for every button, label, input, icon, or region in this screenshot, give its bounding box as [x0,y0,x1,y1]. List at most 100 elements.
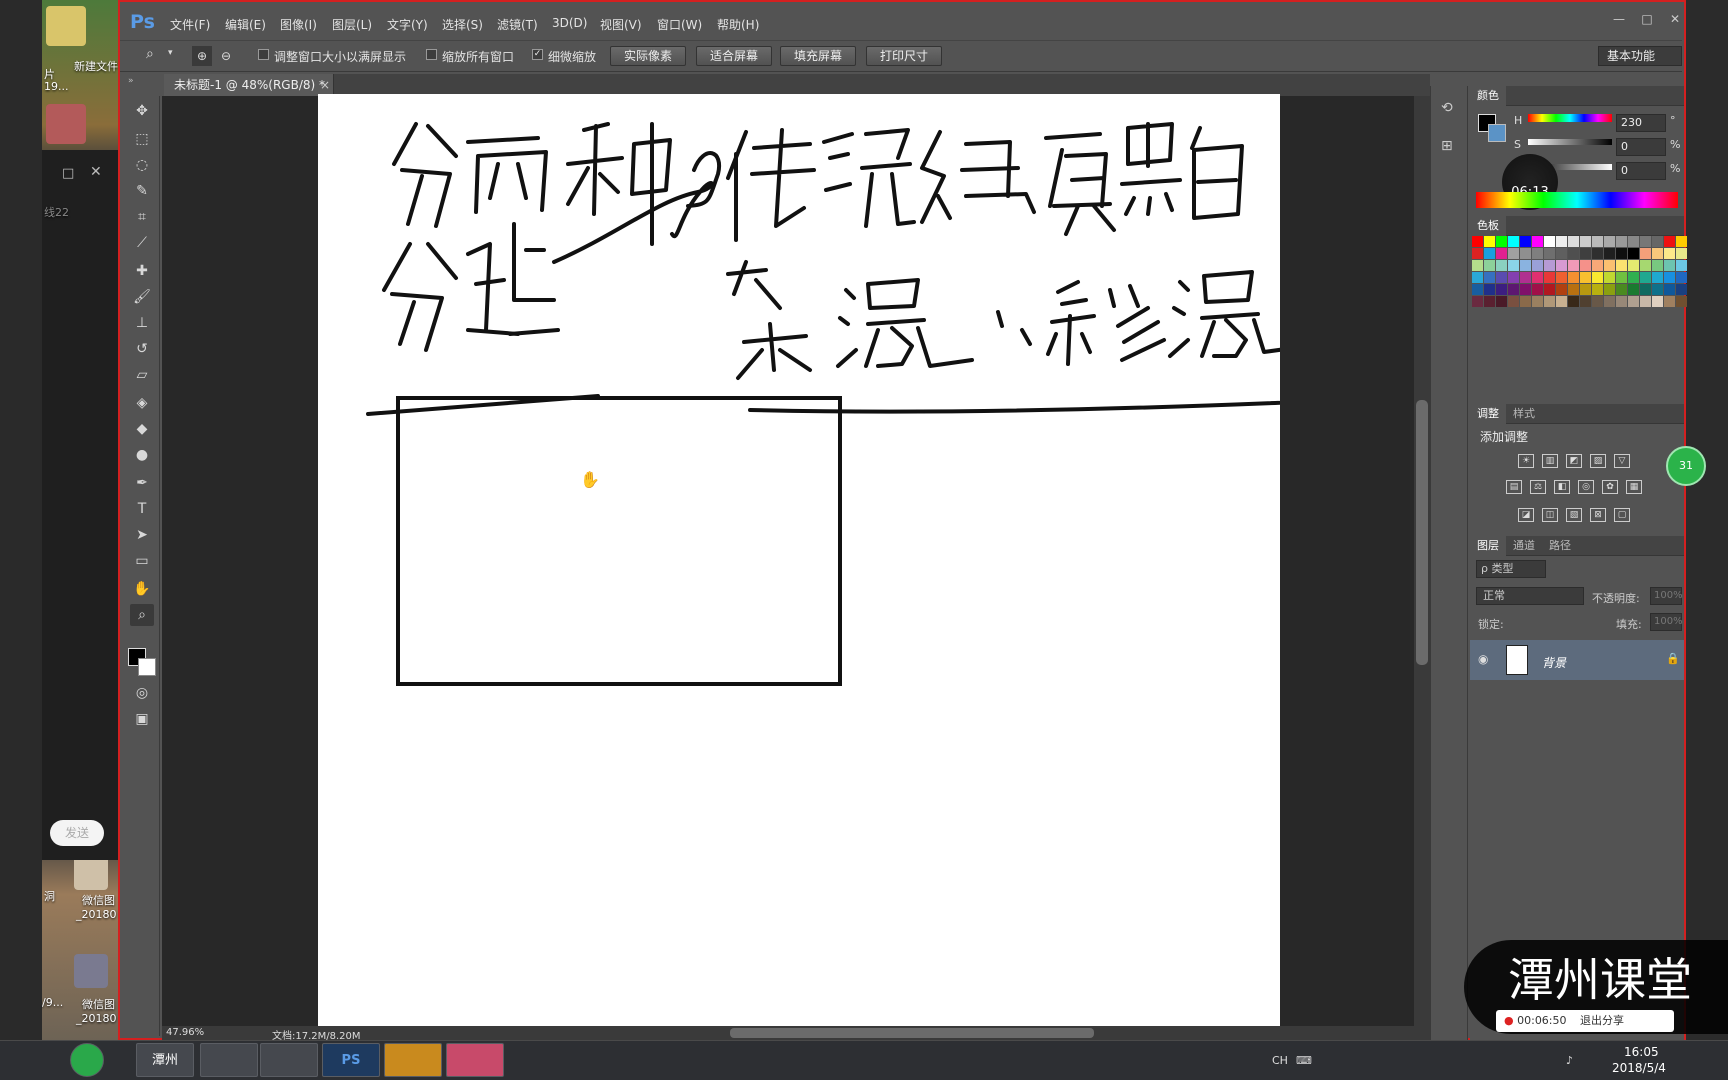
swatch-cell[interactable] [1484,260,1495,271]
menu-edit[interactable]: 编辑(E) [225,16,266,33]
swatch-cell[interactable] [1664,248,1675,259]
print-size-button[interactable]: 打印尺寸 [866,46,942,66]
brightness-value-field[interactable]: 0 [1616,162,1666,180]
threshold-adjust-icon[interactable]: ▧ [1566,508,1582,522]
swatch-cell[interactable] [1640,284,1651,295]
swatch-cell[interactable] [1556,260,1567,271]
menu-3d[interactable]: 3D(D) [552,16,587,30]
swatch-cell[interactable] [1532,284,1543,295]
swatch-cell[interactable] [1508,248,1519,259]
brightness-adjust-icon[interactable]: ☀ [1518,454,1534,468]
swatch-cell[interactable] [1604,296,1615,307]
taskbar-paint-button[interactable] [384,1043,442,1077]
swatch-cell[interactable] [1580,284,1591,295]
menu-filter[interactable]: 滤镜(T) [497,16,538,33]
fit-screen-button[interactable]: 适合屏幕 [696,46,772,66]
swatch-cell[interactable] [1520,248,1531,259]
selective-color-adjust-icon[interactable]: ▢ [1614,508,1630,522]
status-zoom-value[interactable]: 47.96% [166,1027,204,1038]
zoom-all-windows-checkbox[interactable] [426,49,437,60]
swatch-cell[interactable] [1664,272,1675,283]
swatch-cell[interactable] [1508,296,1519,307]
channel-mixer-adjust-icon[interactable]: ✿ [1602,480,1618,494]
move-tool-icon[interactable]: ✥ [130,100,154,122]
swatch-cell[interactable] [1676,236,1687,247]
swatch-cell[interactable] [1544,296,1555,307]
close-icon[interactable]: ✕ [90,164,102,180]
swatch-cell[interactable] [1628,284,1639,295]
lasso-tool-icon[interactable]: ◌ [130,154,154,176]
swatch-cell[interactable] [1556,284,1567,295]
taskbar-photoshop-button[interactable]: PS [322,1043,380,1077]
curves-adjust-icon[interactable]: ◩ [1566,454,1582,468]
menu-layer[interactable]: 图层(L) [332,16,372,33]
zoom-tool-icon[interactable]: ⌕ [130,604,154,626]
zoom-out-icon[interactable]: ⊖ [216,46,236,66]
tab-channels[interactable]: 通道 [1506,536,1542,556]
taskbar-video-button[interactable] [446,1043,504,1077]
document-canvas[interactable] [318,94,1388,1026]
swatch-cell[interactable] [1472,296,1483,307]
swatch-cell[interactable] [1616,236,1627,247]
swatch-cell[interactable] [1568,296,1579,307]
maximize-icon[interactable]: □ [62,166,74,181]
color-balance-adjust-icon[interactable]: ⚖ [1530,480,1546,494]
swatch-cell[interactable] [1652,272,1663,283]
swatch-cell[interactable] [1604,272,1615,283]
desktop-icon[interactable] [46,6,86,46]
tab-close-icon[interactable]: × [320,74,330,96]
vertical-scroll-thumb[interactable] [1416,400,1428,665]
tab-adjustments[interactable]: 调整 [1470,404,1506,424]
menu-type[interactable]: 文字(Y) [387,16,428,33]
menu-help[interactable]: 帮助(H) [717,16,759,33]
properties-panel-icon[interactable]: ⊞ [1441,138,1453,154]
swatch-cell[interactable] [1484,236,1495,247]
swatch-cell[interactable] [1472,236,1483,247]
swatch-cell[interactable] [1592,260,1603,271]
swatch-cell[interactable] [1652,284,1663,295]
swatch-cell[interactable] [1676,248,1687,259]
chat-send-button[interactable]: 发送 [50,820,104,846]
swatch-cell[interactable] [1496,248,1507,259]
saturation-value-field[interactable]: 0 [1616,138,1666,156]
path-select-tool-icon[interactable]: ➤ [130,524,154,546]
swatch-cell[interactable] [1544,284,1555,295]
swatch-cell[interactable] [1592,296,1603,307]
swatch-cell[interactable] [1532,296,1543,307]
history-panel-icon[interactable]: ⟲ [1441,100,1453,116]
swatch-cell[interactable] [1640,272,1651,283]
swatch-cell[interactable] [1520,236,1531,247]
swatch-cell[interactable] [1484,284,1495,295]
swatch-cell[interactable] [1616,248,1627,259]
layer-filter-select[interactable]: ρ 类型 [1476,560,1546,578]
swatch-cell[interactable] [1568,236,1579,247]
swatch-cell[interactable] [1592,236,1603,247]
swatch-cell[interactable] [1520,296,1531,307]
swatch-cell[interactable] [1532,272,1543,283]
volume-icon[interactable]: ♪ [1566,1054,1573,1067]
swatch-cell[interactable] [1532,236,1543,247]
fill-field[interactable]: 100% [1650,613,1683,631]
color-spectrum-bar[interactable] [1476,192,1678,208]
swatch-cell[interactable] [1556,296,1567,307]
swatch-cell[interactable] [1628,236,1639,247]
posterize-adjust-icon[interactable]: ◫ [1542,508,1558,522]
swatch-cell[interactable] [1544,248,1555,259]
swatch-cell[interactable] [1652,260,1663,271]
black-white-adjust-icon[interactable]: ◧ [1554,480,1570,494]
history-brush-tool-icon[interactable]: ↺ [130,338,154,360]
swatch-cell[interactable] [1568,248,1579,259]
brush-tool-icon[interactable]: 🖌 [130,286,154,308]
swatch-cell[interactable] [1496,260,1507,271]
swatch-cell[interactable] [1580,236,1591,247]
pen-tool-icon[interactable]: ✒ [130,472,154,494]
swatch-cell[interactable] [1640,248,1651,259]
swatch-cell[interactable] [1556,272,1567,283]
swatch-cell[interactable] [1496,284,1507,295]
tab-swatches[interactable]: 色板 [1470,216,1506,236]
invert-adjust-icon[interactable]: ◪ [1518,508,1534,522]
swatch-cell[interactable] [1652,236,1663,247]
menu-select[interactable]: 选择(S) [442,16,483,33]
taskbar-camera-button[interactable] [200,1043,258,1077]
swatch-cell[interactable] [1472,272,1483,283]
